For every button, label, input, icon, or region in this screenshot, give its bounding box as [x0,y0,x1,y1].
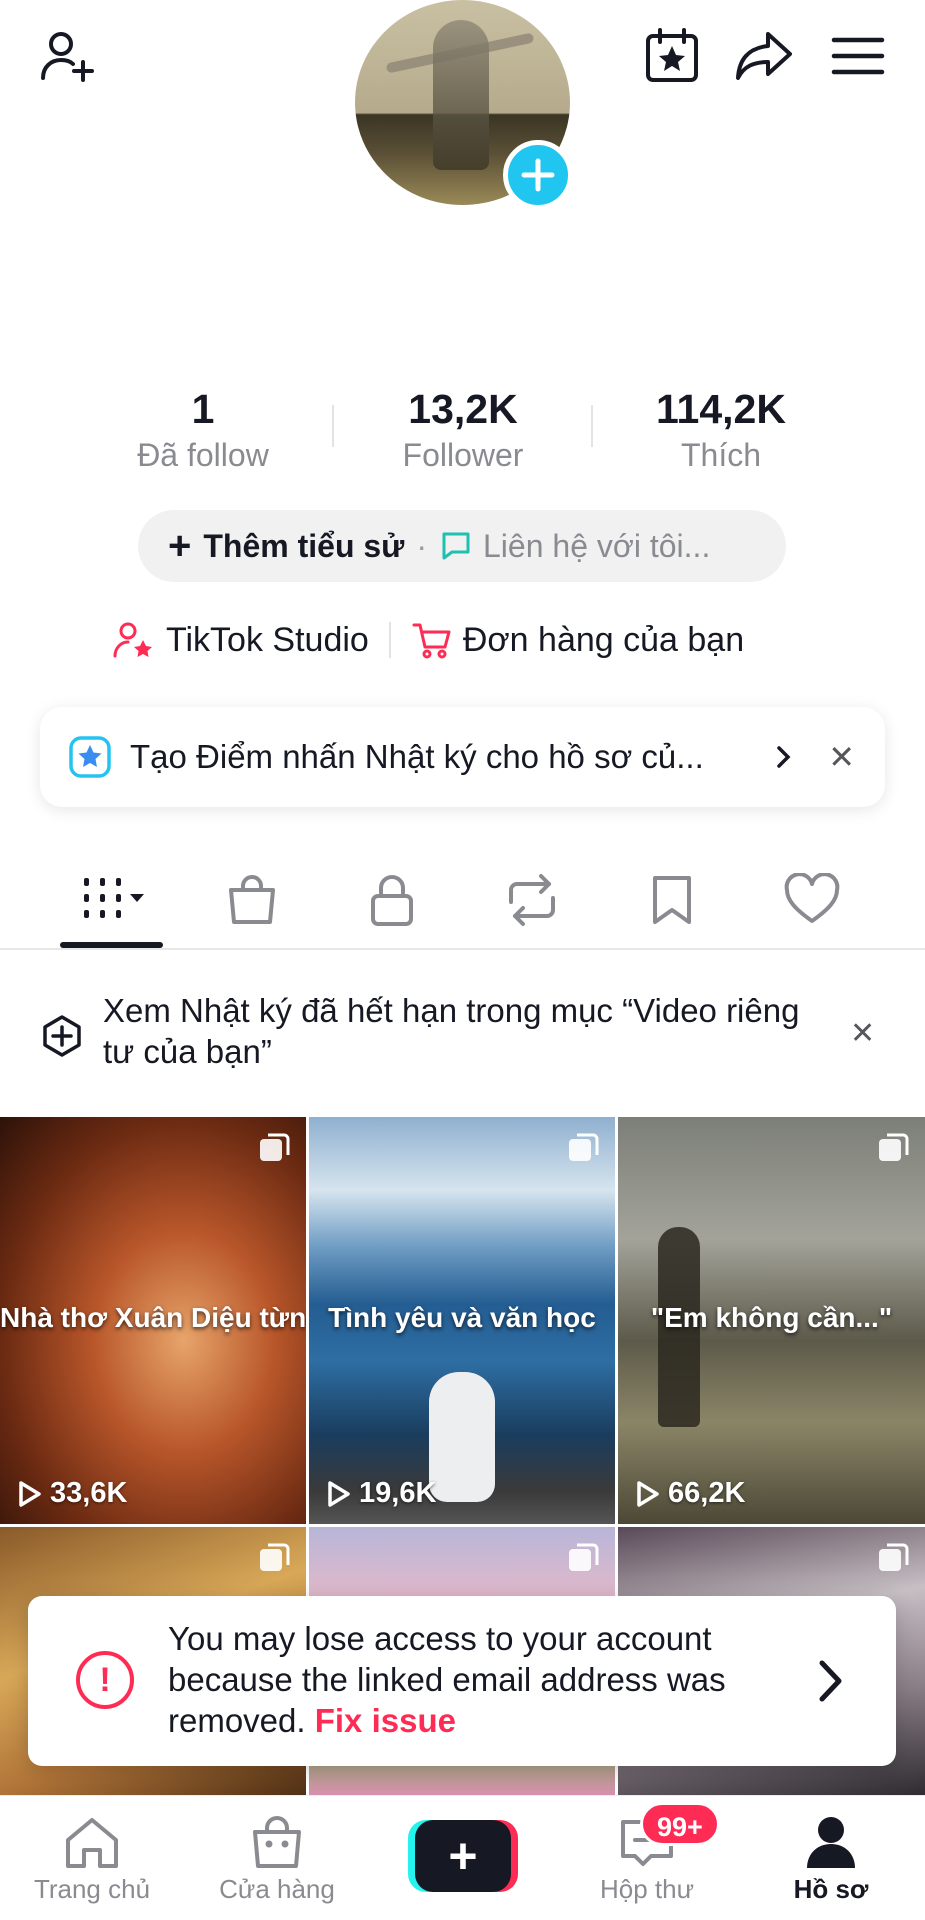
tab-shop[interactable] [207,865,297,935]
shopping-bag-icon [229,875,275,924]
cart-icon [412,623,451,659]
calendar-star-icon [646,28,698,82]
calendar-button[interactable] [640,24,704,88]
highlight-banner[interactable]: Tạo Điểm nhấn Nhật ký cho hồ sơ củ... ✕ [40,707,885,807]
share-profile-button[interactable] [732,24,796,88]
create-plus-icon: + [415,1820,511,1892]
divider [0,948,925,950]
fix-issue-link[interactable]: Fix issue [315,1702,456,1739]
add-avatar-button[interactable] [503,140,573,210]
stat-following[interactable]: 1 Đã follow [73,383,333,475]
tab-liked[interactable] [767,865,857,935]
multi-photo-icon [260,1133,290,1161]
play-icon [328,1480,350,1507]
hamburger-menu-icon [831,37,885,75]
video-thumbnail[interactable]: Nhà thơ Xuân Diệu từng nó 33,6K [0,1117,306,1524]
video-thumbnail[interactable]: Tình yêu và văn học 19,6K [309,1117,615,1524]
diary-star-icon [69,736,111,778]
grid-videos-icon [84,878,144,918]
plus-icon [521,158,555,192]
view-count-value: 19,6K [359,1477,437,1509]
video-caption: "Em không cần..." [650,1302,893,1333]
video-caption: Nhà thơ Xuân Diệu từng nó [0,1302,306,1333]
view-count: 19,6K [323,1477,436,1510]
chat-bubble-icon [442,532,470,560]
bio-pill[interactable]: + Thêm tiểu sử · Liên hệ với tôi... [138,510,786,582]
home-icon [66,1818,118,1868]
chevron-right-icon[interactable] [810,1656,850,1706]
nav-inbox-label: Hộp thư [599,1874,694,1904]
nav-shop[interactable]: Cửa hàng [187,1814,367,1905]
contact-label[interactable]: Liên hệ với tôi... [483,528,710,565]
heart-icon [784,873,840,923]
tab-videos[interactable] [68,865,158,935]
video-caption: Tình yêu và văn học [328,1302,596,1333]
add-bio-label[interactable]: Thêm tiểu sử [203,528,404,565]
view-count: 33,6K [14,1477,127,1510]
shortcut-row: TikTok Studio Đơn hàng của bạn [112,615,744,665]
share-arrow-icon [736,32,792,80]
chevron-right-icon [777,746,791,768]
video-thumbnail[interactable]: "Em không cần..." 66,2K [618,1117,925,1524]
nav-profile-label: Hồ sơ [793,1874,869,1904]
tab-favorites[interactable] [627,865,717,935]
stat-followers-value: 13,2K [408,386,518,432]
view-count: 66,2K [632,1477,745,1510]
multi-photo-icon [569,1543,599,1571]
expired-notice-text: Xem Nhật ký đã hết hạn trong mục “Video … [103,992,800,1070]
separator-dot: · [416,527,427,564]
bottom-navigation: Trang chủ Cửa hàng + Hộp thư 99+ Hồ sơ [0,1795,925,1920]
create-button[interactable]: + [408,1820,518,1892]
lock-icon [371,875,413,926]
tab-reposts[interactable] [487,865,577,935]
banner-text: Tạo Điểm nhấn Nhật ký cho hồ sơ củ... [130,738,704,775]
person-plus-icon [41,32,94,82]
nav-home-label: Trang chủ [33,1874,151,1904]
expired-close-button[interactable]: ✕ [850,1016,875,1051]
divider [388,622,391,658]
alert-message: You may lose access to your account beca… [168,1618,788,1741]
plus-icon: + [168,524,192,568]
shopping-bag-icon [253,1816,301,1868]
orders-link[interactable]: Đơn hàng của bạn [463,621,744,660]
multi-photo-icon [879,1543,909,1571]
stat-likes-value: 114,2K [656,386,786,432]
add-friend-button[interactable] [35,24,99,88]
stat-likes-label: Thích [680,437,762,473]
bookmark-icon [653,876,691,924]
person-icon [807,1817,855,1868]
nav-home[interactable]: Trang chủ [2,1814,182,1905]
nav-shop-label: Cửa hàng [219,1874,335,1904]
stat-following-label: Đã follow [137,437,269,473]
nav-profile[interactable]: Hồ sơ [741,1814,921,1905]
expired-diary-notice[interactable]: Xem Nhật ký đã hết hạn trong mục “Video … [0,990,925,1080]
diary-icon [43,1015,81,1057]
multi-photo-icon [879,1133,909,1161]
stat-likes[interactable]: 114,2K Thích [591,383,851,475]
multi-photo-icon [569,1133,599,1161]
play-icon [637,1480,659,1507]
stat-following-value: 1 [191,386,215,432]
menu-button[interactable] [826,24,890,88]
play-icon [19,1480,41,1507]
repost-icon [509,874,555,926]
warning-icon: ! [76,1651,134,1709]
tiktok-studio-link[interactable]: TikTok Studio [166,621,369,660]
tab-private[interactable] [347,865,437,935]
cat-figure [429,1372,495,1502]
multi-photo-icon [260,1543,290,1571]
view-count-value: 66,2K [668,1477,746,1509]
stat-followers[interactable]: 13,2K Follower [333,383,593,475]
banner-close-button[interactable]: ✕ [828,738,855,776]
inbox-badge: 99+ [640,1802,720,1846]
stat-followers-label: Follower [402,437,524,473]
person-star-icon [113,622,152,658]
view-count-value: 33,6K [50,1477,128,1509]
account-alert-card[interactable]: ! You may lose access to your account be… [28,1596,896,1766]
